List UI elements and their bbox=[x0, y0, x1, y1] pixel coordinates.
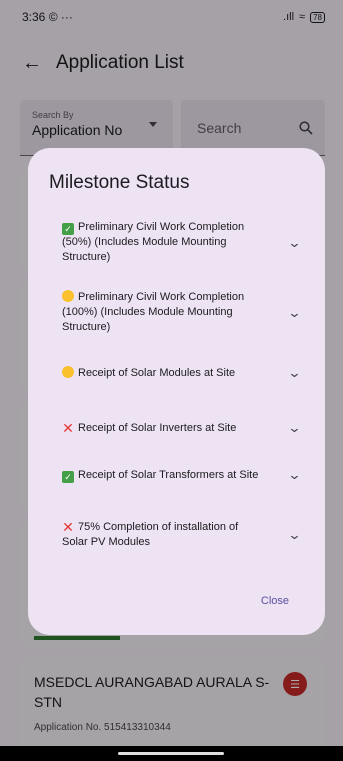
milestone-label: Receipt of Solar Inverters at Site bbox=[78, 421, 237, 434]
milestone-item[interactable]: ✓ Receipt of Solar Transformers at Site ⌄ bbox=[62, 467, 312, 483]
milestone-label: Receipt of Solar Modules at Site bbox=[78, 366, 236, 379]
milestone-dialog: Milestone Status ✓ Preliminary Civil Work… bbox=[28, 148, 325, 635]
milestone-item[interactable]: Preliminary Civil Work Completion (100%)… bbox=[62, 290, 312, 335]
in-progress-icon bbox=[62, 365, 74, 378]
milestone-label: Receipt of Solar Transformers at Site bbox=[78, 468, 259, 481]
check-icon: ✓ bbox=[62, 223, 74, 235]
chevron-down-icon[interactable]: ⌄ bbox=[287, 235, 301, 251]
milestone-label: 75% Completion of installation of Solar … bbox=[62, 521, 239, 548]
milestone-label: Preliminary Civil Work Completion (100%)… bbox=[62, 291, 245, 333]
check-icon: ✓ bbox=[62, 470, 74, 483]
chevron-down-icon[interactable]: ⌄ bbox=[287, 365, 301, 381]
home-handle[interactable] bbox=[118, 752, 224, 755]
chevron-down-icon[interactable]: ⌄ bbox=[287, 420, 301, 436]
close-button[interactable]: Close bbox=[261, 595, 289, 607]
cross-icon: ✕ bbox=[62, 419, 74, 436]
chevron-down-icon[interactable]: ⌄ bbox=[287, 527, 301, 543]
dialog-title: Milestone Status bbox=[49, 172, 190, 193]
milestone-item[interactable]: ✓ Preliminary Civil Work Completion (50%)… bbox=[62, 220, 312, 265]
milestone-item[interactable]: ✕ 75% Completion of installation of Solar… bbox=[62, 520, 312, 550]
system-nav-bar bbox=[0, 746, 343, 761]
milestone-item[interactable]: ✕ Receipt of Solar Inverters at Site ⌄ bbox=[62, 420, 312, 436]
in-progress-icon bbox=[62, 290, 74, 302]
cross-icon: ✕ bbox=[62, 519, 74, 535]
milestone-label: Preliminary Civil Work Completion (50%) … bbox=[62, 221, 245, 263]
milestone-item[interactable]: Receipt of Solar Modules at Site ⌄ bbox=[62, 365, 312, 381]
chevron-down-icon[interactable]: ⌄ bbox=[287, 305, 301, 321]
chevron-down-icon[interactable]: ⌄ bbox=[287, 467, 301, 483]
